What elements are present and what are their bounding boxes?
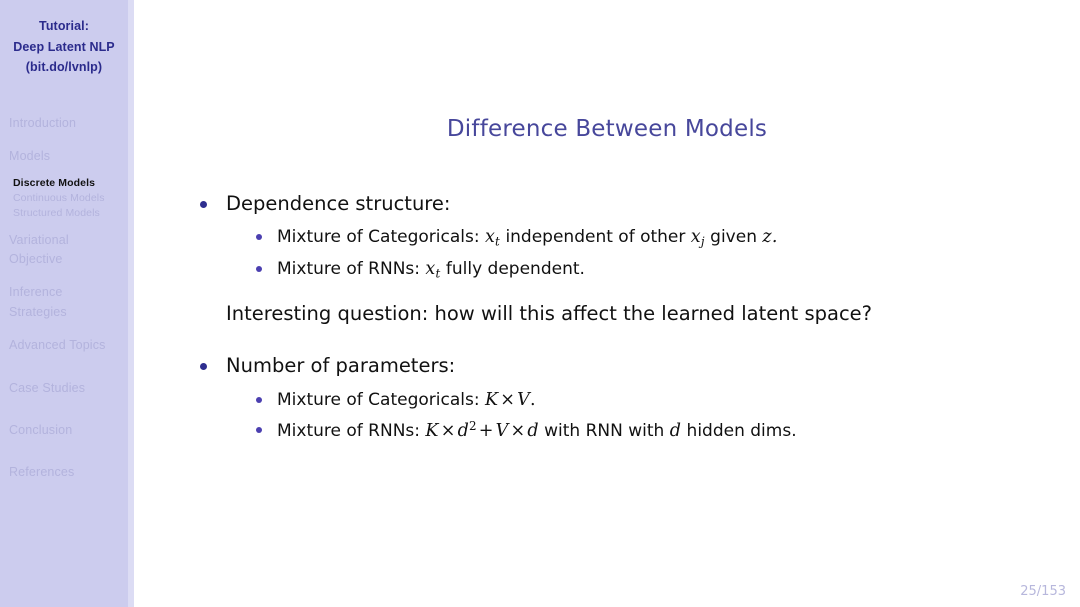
sidebar-item-case-studies[interactable]: Case Studies — [9, 379, 128, 398]
deck-title: Tutorial: Deep Latent NLP (bit.do/lvnlp) — [0, 16, 128, 78]
sidebar-item-references[interactable]: References — [9, 463, 128, 482]
math-period: . — [771, 227, 778, 248]
bullet-dot-icon — [200, 363, 207, 371]
subbullet-prefix: Mixture of Categoricals: — [277, 227, 480, 248]
bullet-number-of-parameters: Number of parameters: — [192, 354, 1050, 378]
interesting-question-text: Interesting question: how will this affe… — [226, 301, 873, 325]
sidebar-item-label-line-1: Inference — [9, 285, 63, 300]
sublist-dependence: Mixture of Categoricals: xt independent … — [192, 226, 1050, 282]
subbullet-prefix: Mixture of RNNs: — [277, 421, 420, 442]
deck-title-line-1: Tutorial: — [39, 19, 89, 33]
slide-root: Tutorial: Deep Latent NLP (bit.do/lvnlp)… — [0, 0, 1080, 607]
page-title: Difference Between Models — [446, 116, 768, 142]
sublist-parameters: Mixture of Categoricals: K × V. Mixture of… — [192, 389, 1050, 443]
subbullet-mixture-categoricals-params: Mixture of Categoricals: K × V. — [192, 389, 1050, 412]
sidebar-item-label: Advanced Topics — [9, 338, 106, 353]
sidebar-item-label: Conclusion — [9, 422, 73, 437]
subbullet-mixture-rnns-params: Mixture of RNNs: K × d2 + V × d with RNN with … — [192, 419, 1050, 443]
math-x-t: xt — [425, 259, 441, 281]
bullet-dependence-structure: Dependence structure: — [192, 192, 1050, 216]
bullet-dot-icon — [256, 266, 262, 273]
sidebar-item-structured-models[interactable]: Structured Models — [13, 207, 128, 219]
deck-title-line-3: (bit.do/lvnlp) — [25, 60, 103, 75]
math-x-j: xj — [690, 227, 705, 249]
sidebar-item-inference-strategies[interactable]: Inference Strategies — [9, 283, 128, 322]
sidebar: Tutorial: Deep Latent NLP (bit.do/lvnlp)… — [0, 0, 128, 607]
slide-body: Dependence structure: Mixture of Categor… — [192, 192, 1050, 451]
math-k-d-squared-plus-v-d: K × d2 + V × d — [425, 419, 539, 442]
bullet-label: Number of parameters: — [226, 354, 456, 378]
subbullet-prefix: Mixture of Categoricals: — [277, 389, 480, 410]
sidebar-item-continuous-models[interactable]: Continuous Models — [13, 192, 128, 204]
bullet-dot-icon — [256, 234, 262, 241]
math-z: z — [762, 227, 772, 248]
sidebar-item-advanced-topics[interactable]: Advanced Topics — [9, 336, 128, 355]
bullet-dot-icon — [256, 396, 262, 403]
subbullet-suffix: hidden dims. — [686, 421, 797, 442]
subbullet-mid-1: fully dependent. — [445, 259, 585, 280]
sidebar-item-models[interactable]: Models — [9, 147, 128, 166]
sidebar-item-discrete-models[interactable]: Discrete Models — [13, 177, 128, 189]
sidebar-item-label: Case Studies — [9, 380, 86, 395]
sidebar-item-variational-objective[interactable]: Variational Objective — [9, 231, 128, 270]
subbullet-mixture-categoricals-dependence: Mixture of Categoricals: xt independent … — [192, 226, 1050, 250]
bullet-label: Dependence structure: — [226, 192, 451, 215]
sidebar-item-label: Introduction — [9, 115, 77, 130]
subbullet-mid-2: given — [710, 227, 757, 248]
math-k-times-v: K × V. — [484, 389, 536, 410]
bullet-dot-icon — [256, 427, 262, 434]
sidebar-item-conclusion[interactable]: Conclusion — [9, 421, 128, 440]
sidebar-item-label: References — [9, 465, 75, 480]
bullet-dot-icon — [200, 201, 207, 208]
sidebar-item-label-line-2: Objective — [9, 252, 63, 266]
math-d: d — [669, 421, 682, 442]
sidebar-nav: Introduction Models Discrete Models Cont… — [0, 114, 128, 483]
subbullet-mixture-rnns-dependence: Mixture of RNNs: xt fully dependent. — [192, 258, 1050, 282]
sidebar-item-label-line-2: Strategies — [9, 304, 67, 319]
subbullet-mid-1: independent of other — [505, 227, 686, 248]
sidebar-item-label: Models — [9, 149, 51, 164]
sidebar-item-introduction[interactable]: Introduction — [9, 114, 128, 133]
math-x-t: xt — [484, 227, 501, 249]
deck-title-line-2: Deep Latent NLP — [13, 39, 115, 54]
page-number: 25/153 — [1020, 584, 1066, 599]
subbullet-mid: with RNN with — [544, 421, 665, 442]
subbullet-prefix: Mixture of RNNs: — [277, 259, 420, 280]
slide-content: Difference Between Models Dependence str… — [134, 0, 1080, 607]
sidebar-item-label-line-1: Variational — [9, 232, 69, 247]
